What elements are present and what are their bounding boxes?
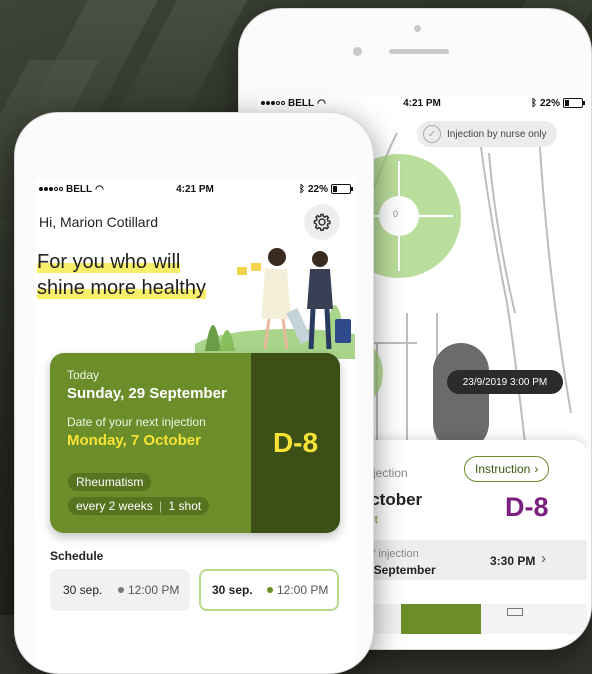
bluetooth-icon: ᛒ bbox=[530, 97, 537, 109]
tooltip-text: 23/9/2019 3:00 PM bbox=[462, 376, 548, 388]
injection-tooltip: 23/9/2019 3:00 PM bbox=[447, 370, 563, 394]
gear-icon bbox=[313, 213, 331, 231]
instruction-label: Instruction bbox=[475, 462, 531, 476]
dday-panel: D-8 bbox=[251, 353, 340, 533]
time-value: 3:30 PM bbox=[490, 554, 536, 568]
schedule-date: 30 sep. bbox=[212, 583, 253, 597]
camera-dot bbox=[353, 47, 362, 56]
injection-date-row[interactable]: e of injection 23 September 3:30 PM › bbox=[357, 540, 587, 580]
today-card[interactable]: D-8 Today Sunday, 29 September Date of y… bbox=[50, 353, 340, 533]
travelers-illustration bbox=[195, 248, 355, 359]
nurse-toggle[interactable]: ✓ Injection by nurse only bbox=[417, 121, 557, 147]
chevron-right-icon: › bbox=[541, 550, 546, 567]
front-phone: BELL ◠ 4:21 PM ᛒ 22% Hi, Marion Cotillar… bbox=[14, 112, 374, 674]
condition-badge: Rheumatism bbox=[68, 473, 152, 491]
next-injection-card: t injection Instruction › October shot D… bbox=[357, 440, 587, 649]
today-label: Today bbox=[67, 368, 100, 382]
headline-line1: For you who will bbox=[37, 251, 181, 273]
tab-active[interactable] bbox=[401, 604, 481, 634]
nurse-toggle-label: Injection by nurse only bbox=[447, 128, 547, 140]
schedule-time: 12:00 PM bbox=[128, 583, 180, 597]
greeting: Hi, Marion Cotillard bbox=[39, 214, 159, 230]
zone-center-marker: 0 bbox=[393, 209, 399, 219]
headline: For you who will shine more healthy bbox=[37, 249, 206, 301]
card-dday: D-8 bbox=[505, 492, 549, 522]
battery-icon bbox=[563, 98, 585, 108]
schedule-item[interactable]: 30 sep. 12:00 PM bbox=[50, 569, 190, 611]
schedule-dot bbox=[118, 587, 124, 593]
badge-divider: | bbox=[159, 499, 163, 513]
dose-text: 1 shot bbox=[168, 499, 202, 513]
next-injection-label: Date of your next injection bbox=[67, 415, 206, 429]
check-circle-icon: ✓ bbox=[423, 125, 441, 143]
instruction-button[interactable]: Instruction › bbox=[464, 456, 550, 482]
schedule-dot bbox=[267, 587, 273, 593]
dday-value: D-8 bbox=[272, 427, 319, 458]
battery-percent: 22% bbox=[307, 183, 328, 195]
schedule-item-selected[interactable]: 30 sep. 12:00 PM bbox=[199, 569, 339, 611]
speaker-slot bbox=[389, 49, 449, 54]
battery-icon bbox=[331, 184, 353, 194]
injection-zone-used bbox=[433, 343, 489, 451]
battery-percent: 22% bbox=[539, 97, 560, 109]
frequency-badge: every 2 weeks | 1 shot bbox=[68, 497, 210, 515]
speaker-dot bbox=[414, 25, 421, 32]
front-screen: BELL ◠ 4:21 PM ᛒ 22% Hi, Marion Cotillar… bbox=[35, 179, 355, 673]
today-date: Sunday, 29 September bbox=[67, 385, 227, 402]
frequency-text: every 2 weeks bbox=[76, 499, 153, 513]
next-injection-date: Monday, 7 October bbox=[67, 432, 201, 449]
schedule-title: Schedule bbox=[50, 549, 104, 563]
headline-line2: shine more healthy bbox=[37, 277, 206, 299]
bottom-tab-bar bbox=[357, 604, 587, 634]
schedule-date: 30 sep. bbox=[63, 583, 103, 597]
settings-button[interactable] bbox=[304, 204, 340, 240]
bluetooth-icon: ᛒ bbox=[298, 183, 305, 195]
schedule-time: 12:00 PM bbox=[277, 583, 329, 597]
chevron-right-icon: › bbox=[534, 462, 539, 476]
